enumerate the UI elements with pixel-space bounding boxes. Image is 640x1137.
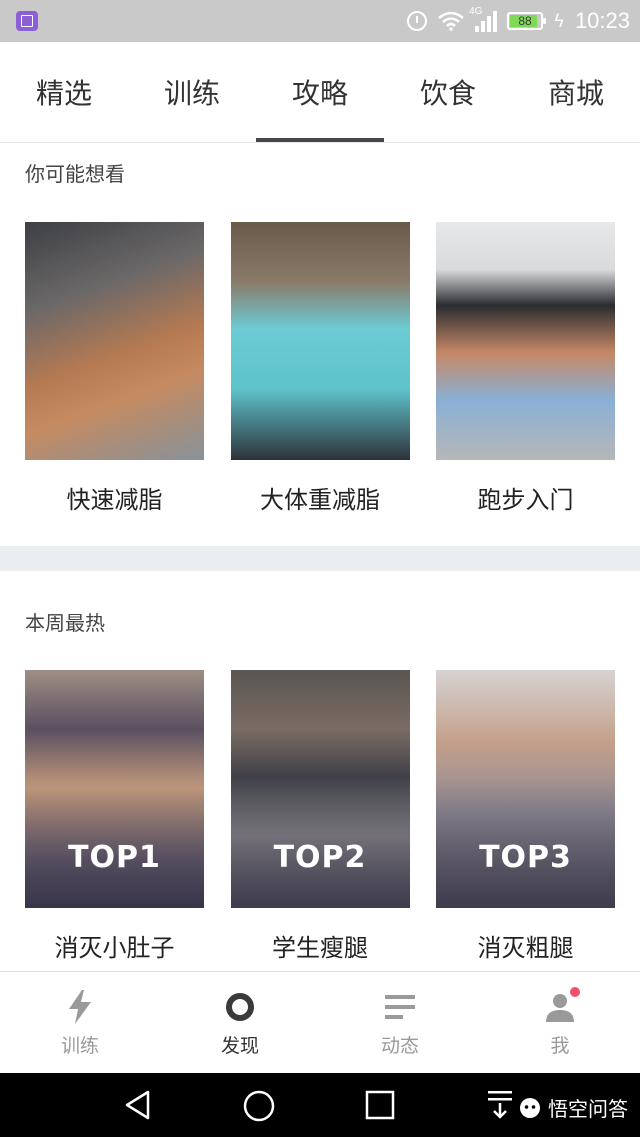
status-time: 10:23: [574, 8, 630, 33]
tab-guides[interactable]: 攻略: [256, 42, 384, 142]
ring-icon: [222, 989, 258, 1025]
nav-label: 训练: [60, 1034, 99, 1057]
nav-label: 动态: [380, 1034, 419, 1057]
wukong-logo-icon: [520, 1097, 540, 1118]
watermark: 悟空问答: [518, 1093, 628, 1122]
cellular-signal-icon: 4G: [469, 6, 498, 32]
top-tab-bar: 精选 训练 攻略 饮食 商城: [0, 42, 640, 143]
card-caption: 跑步入门: [477, 486, 574, 514]
card-image: TOP1: [25, 670, 204, 908]
tab-training[interactable]: 训练: [128, 42, 256, 142]
card-image: TOP2: [230, 670, 410, 908]
wifi-icon: [438, 11, 464, 31]
recommend-card-fat-loss[interactable]: 快速减脂: [25, 222, 204, 515]
lightning-icon: [62, 989, 98, 1025]
tab-store[interactable]: 商城: [512, 42, 640, 142]
recommend-card-running-intro[interactable]: 跑步入门: [436, 222, 615, 515]
charging-icon: ϟ: [553, 10, 565, 32]
recommend-grid: 快速减脂 大体重减脂 跑步入门: [25, 222, 615, 515]
battery-level: 88: [518, 14, 532, 28]
notification-pull-icon[interactable]: [488, 1089, 514, 1119]
lines-icon: [382, 989, 418, 1025]
network-type: 4G: [469, 6, 483, 17]
battery-icon: 88: [507, 12, 547, 30]
nav-label: 我: [550, 1034, 570, 1057]
nav-training[interactable]: 训练: [0, 972, 160, 1074]
card-image: [436, 222, 615, 460]
hot-grid: TOP1 消灭小肚子 TOP2 学生瘦腿 TOP3 消灭粗腿: [25, 670, 615, 963]
card-image: [25, 222, 204, 460]
app-notification-icon: [16, 11, 38, 31]
recommend-section-title: 你可能想看: [25, 162, 125, 186]
hot-card-top2[interactable]: TOP2 学生瘦腿: [230, 670, 410, 963]
nav-me[interactable]: 我: [480, 972, 640, 1074]
alarm-icon: [407, 11, 428, 31]
rank-badge: TOP2: [273, 840, 367, 875]
hot-card-top3[interactable]: TOP3 消灭粗腿: [436, 670, 615, 963]
nav-discover[interactable]: 发现: [160, 972, 320, 1074]
nav-label: 发现: [220, 1034, 259, 1057]
hot-section-title: 本周最热: [25, 611, 105, 635]
system-nav-bar: 悟空问答: [0, 1073, 640, 1137]
person-icon: [542, 986, 580, 1025]
rank-badge: TOP3: [479, 840, 572, 875]
watermark-text: 悟空问答: [548, 1097, 628, 1121]
status-icons: 4G 88 ϟ 10:23: [407, 0, 630, 42]
card-image: [230, 222, 410, 460]
back-icon[interactable]: [122, 1089, 154, 1121]
recents-icon[interactable]: [364, 1089, 396, 1121]
tab-featured[interactable]: 精选: [0, 42, 128, 142]
rank-badge: TOP1: [68, 840, 161, 875]
nav-feed[interactable]: 动态: [320, 972, 480, 1074]
card-caption: 消灭粗腿: [477, 934, 574, 962]
card-caption: 大体重减脂: [260, 486, 380, 514]
section-divider: [0, 546, 640, 571]
bottom-nav: 训练 发现 动态 我: [0, 971, 640, 1074]
status-bar: 4G 88 ϟ 10:23: [0, 0, 640, 42]
card-caption: 快速减脂: [66, 486, 163, 514]
tab-diet[interactable]: 饮食: [384, 42, 512, 142]
home-icon[interactable]: [242, 1089, 276, 1123]
recommend-card-heavy-fat-loss[interactable]: 大体重减脂: [230, 222, 410, 515]
card-caption: 学生瘦腿: [272, 934, 368, 962]
hot-card-top1[interactable]: TOP1 消灭小肚子: [25, 670, 204, 963]
card-image: TOP3: [436, 670, 615, 908]
card-caption: 消灭小肚子: [54, 934, 175, 962]
notification-dot: [570, 986, 580, 997]
